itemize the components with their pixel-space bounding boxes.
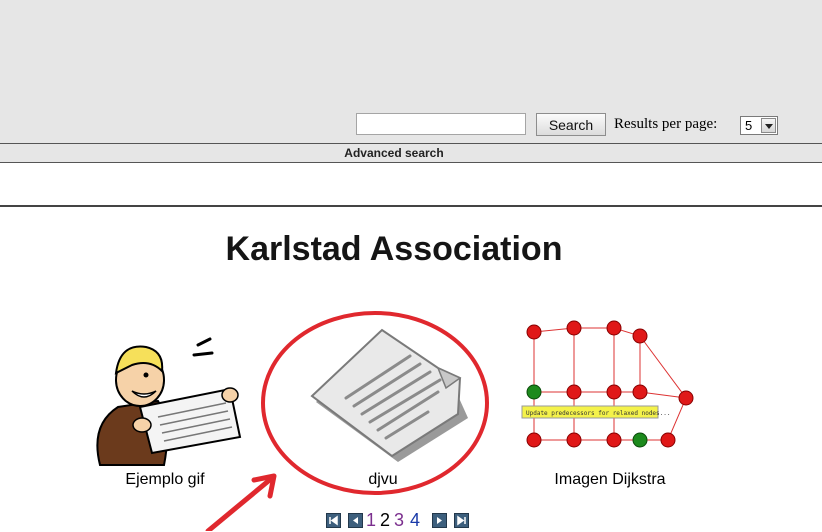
chevron-down-icon[interactable] [761,118,776,133]
last-page-icon [457,515,466,526]
annotation-arrow [205,473,277,531]
results-per-page-label: Results per page: [614,116,718,132]
divider [0,205,822,207]
first-page-icon [329,515,338,526]
previous-page-icon [353,517,358,524]
results-per-page-select[interactable]: 5 [740,116,778,135]
search-input[interactable] [356,113,526,135]
advanced-search-link[interactable]: Advanced search [0,146,788,160]
page-title: Karlstad Association [225,230,563,268]
first-page-button[interactable] [326,513,341,528]
annotation-highlight [261,311,489,495]
graph-diagram-icon: Update predecessors for relaxed nodes... [521,320,694,448]
dijkstra-thumbnail[interactable]: Update predecessors for relaxed nodes... [518,318,700,468]
results-per-page-value: 5 [745,118,753,133]
page-link[interactable]: 3 [394,510,404,531]
annotation-circle [261,311,489,495]
page-link[interactable]: 1 [366,510,376,531]
next-page-icon [437,517,442,524]
last-page-button[interactable] [454,513,469,528]
search-button[interactable]: Search [536,113,606,136]
reading-man-thumbnail[interactable] [80,325,260,470]
gallery-caption[interactable]: Imagen Dijkstra [520,471,700,489]
reading-man-icon [96,337,242,466]
page-link-current[interactable]: 2 [380,510,390,531]
graph-tooltip: Update predecessors for relaxed nodes... [526,410,671,417]
next-page-button[interactable] [432,513,447,528]
previous-page-button[interactable] [348,513,363,528]
page-link[interactable]: 4 [410,510,420,531]
